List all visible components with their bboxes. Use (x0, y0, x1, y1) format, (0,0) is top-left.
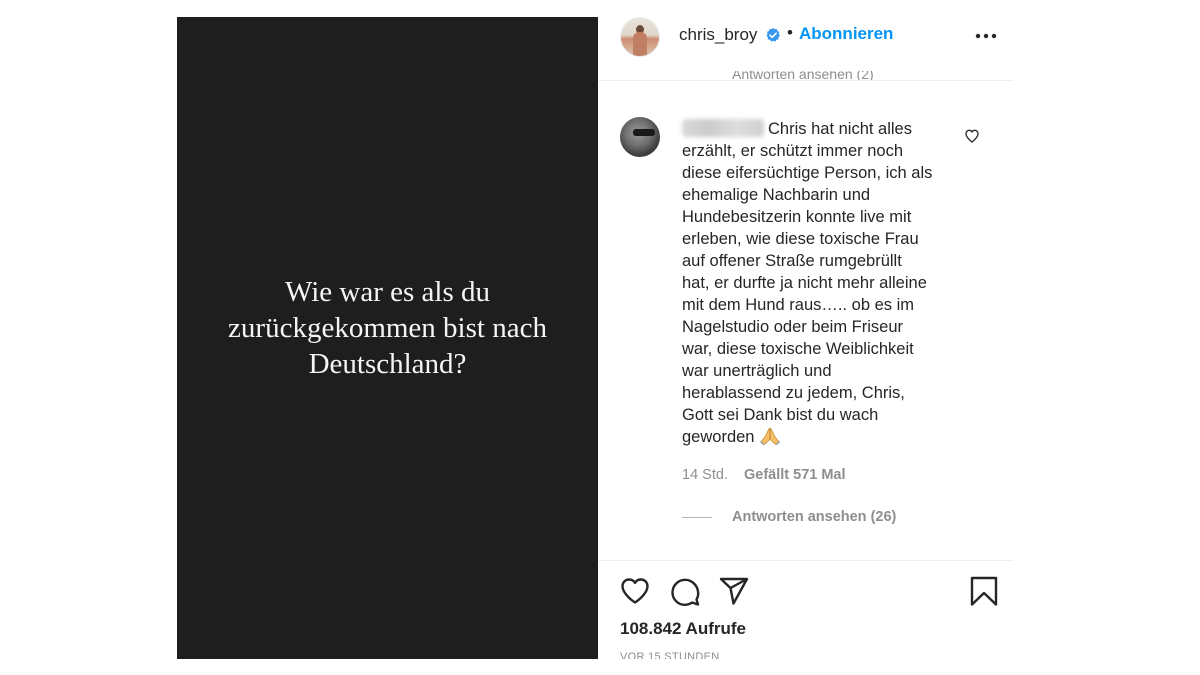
heart-icon[interactable] (619, 575, 651, 607)
post-header: chris_broy • Abonnieren (598, 0, 1013, 72)
commenter-username-blurred[interactable] (682, 119, 764, 137)
more-options-icon[interactable] (974, 31, 998, 41)
header-divider (598, 80, 1013, 81)
pray-emoji-icon (760, 427, 781, 445)
verified-badge-icon (766, 27, 780, 42)
comment-likes[interactable]: Gefällt 571 Mal (744, 467, 846, 483)
bookmark-icon[interactable] (968, 575, 1000, 607)
story-line: Deutschland? (308, 348, 467, 380)
replies-line (682, 517, 712, 518)
instagram-post-view: Wie war es als du zurückgekommen bist na… (0, 0, 1200, 675)
story-line: Wie war es als du (285, 276, 490, 308)
comment-meta: 14 Std. Gefällt 571 Mal (682, 467, 846, 483)
commenter-avatar[interactable] (620, 117, 660, 157)
author-avatar[interactable] (620, 17, 660, 57)
post-timestamp: VOR 15 STUNDEN (620, 650, 720, 659)
comment: Chris hat nicht alles erzählt, er schütz… (682, 118, 952, 448)
comment-time[interactable]: 14 Std. (682, 467, 728, 483)
post-side-panel: chris_broy • Abonnieren Antworten ansehe… (598, 0, 1013, 675)
avatar-body-shape (633, 32, 647, 56)
view-replies-link[interactable]: Antworten ansehen (26) (732, 509, 896, 525)
author-username[interactable]: chris_broy (679, 25, 757, 45)
comment-text: Chris hat nicht alles erzählt, er schütz… (682, 120, 933, 446)
story-question-text: Wie war es als du zurückgekommen bist na… (188, 274, 588, 382)
story-line: zurückgekommen bist nach (228, 312, 547, 344)
header-separator: • (787, 23, 793, 42)
comment-like-heart-icon[interactable] (964, 128, 980, 144)
actions-divider (598, 560, 1013, 561)
follow-button[interactable]: Abonnieren (799, 24, 893, 44)
avatar-glasses-shape (633, 129, 655, 136)
post-media[interactable]: Wie war es als du zurückgekommen bist na… (177, 17, 598, 659)
comment-bubble-icon[interactable] (669, 575, 701, 607)
share-plane-icon[interactable] (718, 575, 750, 607)
post-timestamp-label: VOR 15 STUNDEN (620, 651, 720, 659)
view-count[interactable]: 108.842 Aufrufe (620, 619, 746, 639)
